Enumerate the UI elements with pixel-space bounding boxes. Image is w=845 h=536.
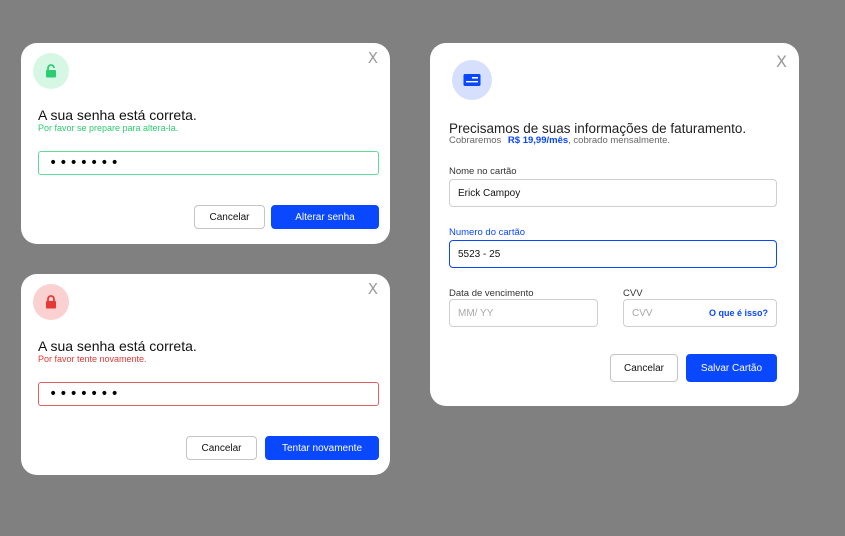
expiry-input[interactable]: MM/ YY bbox=[449, 299, 598, 327]
change-password-button[interactable]: Alterar senha bbox=[271, 205, 379, 229]
billing-dialog: X Precisamos de suas informações de fatu… bbox=[430, 43, 799, 406]
dialog-subtitle: Por favor se prepare para altera-la. bbox=[38, 123, 179, 133]
price-text: R$ 19,99/mês bbox=[507, 135, 569, 146]
dialog-title: A sua senha está correta. bbox=[38, 338, 197, 354]
cvv-input[interactable]: CVV O que é isso? bbox=[623, 299, 777, 327]
subtitle-suffix: , cobrado mensalmente. bbox=[568, 135, 671, 146]
password-input[interactable]: ••••••• bbox=[38, 151, 379, 175]
dialog-subtitle: Por favor tente novamente. bbox=[38, 354, 147, 364]
password-success-dialog: X A sua senha está correta. Por favor se… bbox=[21, 43, 390, 244]
cvv-help-link[interactable]: O que é isso? bbox=[709, 308, 768, 318]
cancel-button[interactable]: Cancelar bbox=[194, 205, 265, 229]
dialog-subtitle: Cobraremos R$ 19,99/mês, cobrado mensalm… bbox=[449, 135, 670, 146]
card-number-input[interactable]: 5523 - 25 bbox=[449, 240, 777, 268]
cancel-button[interactable]: Cancelar bbox=[186, 436, 257, 460]
dialog-title: A sua senha está correta. bbox=[38, 107, 197, 123]
card-number-label: Numero do cartão bbox=[449, 227, 526, 238]
cancel-button[interactable]: Cancelar bbox=[610, 354, 678, 382]
subtitle-prefix: Cobraremos bbox=[449, 135, 502, 146]
password-input[interactable]: ••••••• bbox=[38, 382, 379, 406]
close-button[interactable]: X bbox=[776, 54, 787, 70]
credit-card-icon bbox=[463, 74, 481, 86]
close-button[interactable]: X bbox=[368, 51, 378, 66]
retry-button[interactable]: Tentar novamente bbox=[265, 436, 379, 460]
password-error-dialog: X A sua senha está correta. Por favor te… bbox=[21, 274, 390, 475]
card-name-label: Nome no cartão bbox=[449, 166, 517, 177]
unlock-icon-circle bbox=[33, 53, 69, 89]
card-name-input[interactable]: Erick Campoy bbox=[449, 179, 777, 207]
unlock-icon bbox=[46, 64, 56, 78]
save-card-button[interactable]: Salvar Cartão bbox=[686, 354, 777, 382]
close-button[interactable]: X bbox=[368, 282, 378, 297]
lock-icon-circle bbox=[33, 284, 69, 320]
lock-icon bbox=[46, 295, 56, 309]
cvv-placeholder: CVV bbox=[632, 307, 653, 319]
cvv-label: CVV bbox=[623, 288, 643, 299]
expiry-label: Data de vencimento bbox=[449, 288, 534, 299]
credit-card-icon-circle bbox=[452, 60, 492, 100]
dialog-title: Precisamos de suas informações de fatura… bbox=[449, 121, 747, 136]
